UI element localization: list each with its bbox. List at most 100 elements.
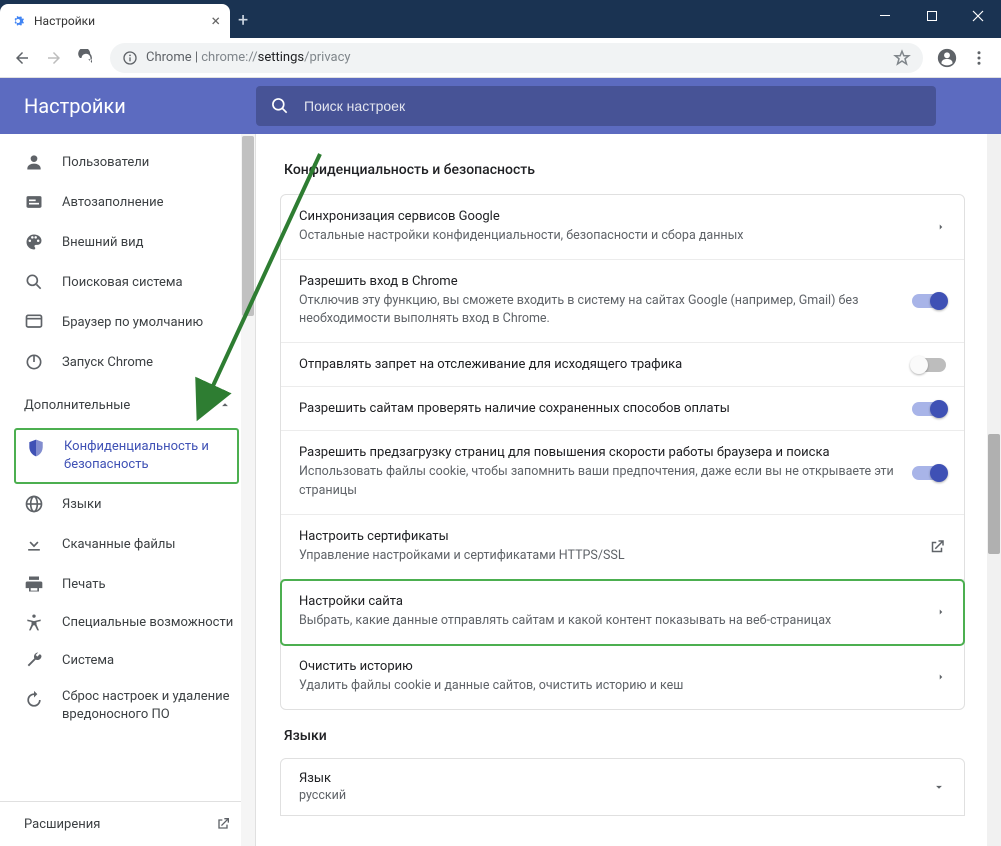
external-link-icon — [215, 816, 231, 832]
print-icon — [24, 574, 44, 594]
search-icon — [24, 272, 44, 292]
scrollbar-thumb[interactable] — [242, 136, 254, 316]
sidebar-item-users[interactable]: Пользователи — [0, 142, 255, 182]
download-icon — [24, 534, 44, 554]
autofill-icon — [24, 192, 44, 212]
shield-icon — [26, 438, 46, 458]
url-text: Chrome | chrome://settings/privacy — [146, 50, 351, 65]
close-icon[interactable]: × — [211, 13, 220, 29]
section-title-languages: Языки — [284, 728, 965, 744]
site-info-icon[interactable] — [122, 50, 138, 66]
row-clear-data[interactable]: Очистить историю Удалить файлы cookie и д… — [281, 645, 964, 709]
toggle-switch[interactable] — [912, 294, 946, 308]
external-link-icon — [928, 538, 946, 556]
maximize-button[interactable] — [909, 0, 955, 32]
row-title: Очистить историю — [299, 659, 924, 674]
sidebar-item-accessibility[interactable]: Специальные возможности — [0, 604, 255, 640]
tab-title: Настройки — [34, 14, 95, 28]
sidebar-item-label: Внешний вид — [62, 235, 235, 250]
chevron-right-icon — [936, 670, 946, 684]
page-title: Настройки — [0, 94, 256, 118]
sidebar-item-label: Браузер по умолчанию — [62, 315, 235, 330]
forward-button[interactable] — [40, 44, 68, 72]
sidebar-item-downloads[interactable]: Скачанные файлы — [0, 524, 255, 564]
row-title: Отправлять запрет на отслеживание для ис… — [299, 357, 900, 372]
main-scrollbar[interactable] — [987, 134, 1001, 846]
toggle-switch[interactable] — [912, 402, 946, 416]
sidebar-item-autofill[interactable]: Автозаполнение — [0, 182, 255, 222]
new-tab-button[interactable]: + — [238, 10, 248, 31]
sidebar-item-extensions[interactable]: Расширения — [0, 801, 255, 846]
row-subtitle: Отключив эту функцию, вы сможете входить… — [299, 292, 900, 328]
menu-button[interactable] — [965, 44, 993, 72]
sidebar-item-appearance[interactable]: Внешний вид — [0, 222, 255, 262]
restore-icon — [24, 690, 44, 710]
settings-search[interactable] — [256, 86, 936, 126]
chevron-up-icon — [215, 395, 235, 415]
toggle-switch[interactable] — [912, 466, 946, 480]
sidebar-item-label: Скачанные файлы — [62, 537, 235, 552]
sidebar-item-label: Конфиденциальность и безопасность — [64, 438, 217, 474]
row-title: Настройки сайта — [299, 594, 924, 609]
sidebar-item-languages[interactable]: Языки — [0, 484, 255, 524]
sidebar-item-label: Автозаполнение — [62, 195, 235, 210]
row-title: Язык — [299, 771, 932, 786]
gear-icon — [10, 13, 26, 29]
sidebar-item-label: Сброс настроек и удаление вредоносного П… — [62, 688, 235, 723]
toggle-switch[interactable] — [912, 358, 946, 372]
browser-tab[interactable]: Настройки × — [0, 4, 230, 38]
chevron-right-icon — [936, 220, 946, 234]
search-input[interactable] — [304, 98, 922, 114]
sidebar-item-privacy[interactable]: Конфиденциальность и безопасность — [16, 434, 237, 478]
window-controls — [863, 0, 1001, 32]
sidebar-item-search[interactable]: Поисковая система — [0, 262, 255, 302]
settings-content: Конфиденциальность и безопасность Синхро… — [256, 134, 1001, 846]
sidebar-item-print[interactable]: Печать — [0, 564, 255, 604]
sidebar-scrollbar[interactable] — [241, 134, 255, 846]
row-certificates[interactable]: Настроить сертификаты Управление настройк… — [281, 515, 964, 580]
sidebar-item-reset[interactable]: Сброс настроек и удаление вредоносного П… — [0, 680, 255, 731]
row-title: Настроить сертификаты — [299, 529, 916, 544]
reload-button[interactable] — [72, 44, 100, 72]
settings-header: Настройки — [0, 78, 1001, 134]
chevron-right-icon — [936, 605, 946, 619]
row-title: Разрешить предзагрузку страниц для повыш… — [299, 445, 900, 460]
row-subtitle: Остальные настройки конфиденциальности, … — [299, 227, 924, 245]
row-do-not-track[interactable]: Отправлять запрет на отслеживание для ис… — [281, 343, 964, 387]
sidebar-item-label: Языки — [62, 497, 235, 512]
profile-button[interactable] — [933, 44, 961, 72]
row-subtitle: Управление настройками и сертификатами H… — [299, 547, 916, 565]
row-site-settings[interactable]: Настройки сайта Выбрать, какие данные отп… — [281, 580, 964, 645]
address-bar[interactable]: Chrome | chrome://settings/privacy — [110, 43, 923, 73]
row-payment-check[interactable]: Разрешить сайтам проверять наличие сохра… — [281, 387, 964, 431]
palette-icon — [24, 232, 44, 252]
sidebar-advanced-toggle[interactable]: Дополнительные — [0, 382, 255, 428]
row-subtitle: Удалить файлы cookie и данные сайтов, оч… — [299, 677, 924, 695]
section-title: Конфиденциальность и безопасность — [284, 162, 965, 178]
bookmark-icon[interactable] — [893, 49, 911, 67]
privacy-card: Синхронизация сервисов GoogleОстальные н… — [280, 194, 965, 710]
sidebar-item-label: Запуск Chrome — [62, 355, 235, 370]
row-preload-pages[interactable]: Разрешить предзагрузку страниц для повыш… — [281, 431, 964, 514]
close-window-button[interactable] — [955, 0, 1001, 32]
row-subtitle: Выбрать, какие данные отправлять сайтам … — [299, 612, 924, 630]
sidebar-item-label: Пользователи — [62, 155, 235, 170]
sidebar-item-startup[interactable]: Запуск Chrome — [0, 342, 255, 382]
row-subtitle: русский — [299, 788, 932, 803]
back-button[interactable] — [8, 44, 36, 72]
row-subtitle: Использовать файлы cookie, чтобы запомни… — [299, 463, 900, 499]
sidebar-item-system[interactable]: Система — [0, 640, 255, 680]
wrench-icon — [24, 650, 44, 670]
row-language[interactable]: Язык русский — [280, 758, 965, 816]
minimize-button[interactable] — [863, 0, 909, 32]
globe-icon — [24, 494, 44, 514]
sidebar-item-default-browser[interactable]: Браузер по умолчанию — [0, 302, 255, 342]
accessibility-icon — [24, 612, 44, 632]
chevron-down-icon — [932, 780, 946, 794]
sidebar-item-label: Расширения — [24, 817, 100, 832]
sidebar-item-label: Специальные возможности — [62, 615, 235, 630]
scrollbar-thumb[interactable] — [988, 434, 1000, 554]
row-sync-services[interactable]: Синхронизация сервисов GoogleОстальные н… — [281, 195, 964, 260]
sidebar-item-label: Печать — [62, 577, 235, 592]
row-allow-signin[interactable]: Разрешить вход в ChromeОтключив эту функ… — [281, 260, 964, 343]
